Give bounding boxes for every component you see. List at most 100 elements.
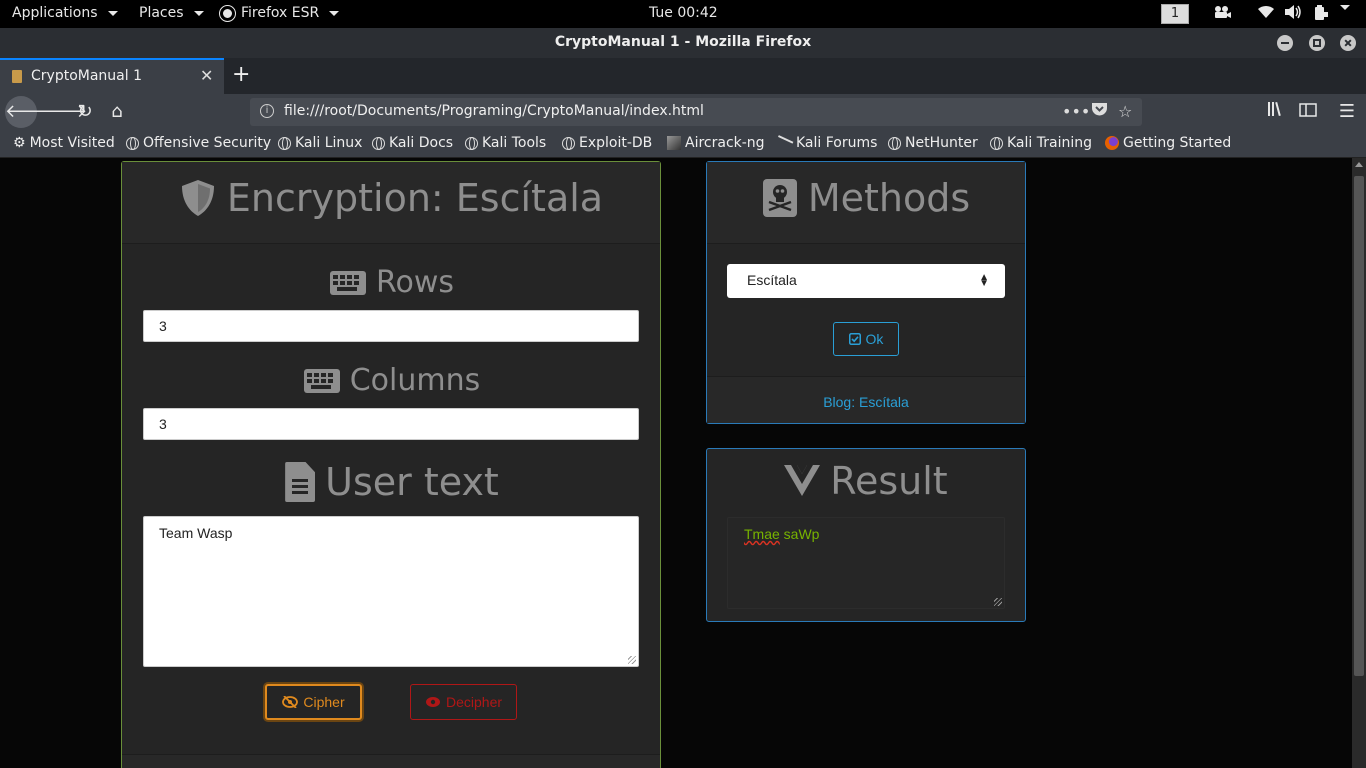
rows-input[interactable]: 3 bbox=[143, 310, 639, 342]
encryption-card-header: Encryption: Escítala bbox=[122, 162, 660, 244]
bookmark-label: Offensive Security bbox=[143, 135, 272, 151]
document-icon bbox=[285, 462, 316, 502]
close-window-button[interactable] bbox=[1340, 35, 1356, 51]
globe-icon bbox=[372, 136, 385, 150]
user-text-heading: User text bbox=[122, 460, 662, 511]
globe-icon bbox=[465, 136, 478, 150]
window-title: CryptoManual 1 - Mozilla Firefox bbox=[554, 34, 812, 50]
system-menu-chevron[interactable] bbox=[1336, 5, 1350, 10]
rows-heading: Rows bbox=[122, 265, 662, 303]
bookmark-nethunter[interactable]: NetHunter bbox=[888, 135, 978, 151]
firefox-icon bbox=[1105, 136, 1119, 150]
bookmark-offensive-security[interactable]: Offensive Security bbox=[126, 135, 271, 151]
columns-heading: Columns bbox=[122, 363, 662, 401]
page-favicon-icon bbox=[12, 70, 22, 83]
bookmark-kali-linux[interactable]: Kali Linux bbox=[278, 135, 362, 151]
bookmark-label: Kali Tools bbox=[482, 135, 547, 151]
blog-link[interactable]: Blog: Escítala bbox=[823, 394, 909, 410]
home-button[interactable]: ⌂ bbox=[103, 98, 131, 126]
minimize-button[interactable] bbox=[1277, 35, 1293, 51]
url-bar[interactable]: i file:///root/Documents/Programing/Cryp… bbox=[250, 98, 1142, 126]
bookmark-kali-tools[interactable]: Kali Tools bbox=[465, 135, 546, 151]
keyboard-icon bbox=[303, 368, 340, 393]
tab-bar: CryptoManual 1 ✕ + bbox=[0, 58, 1366, 94]
cipher-button[interactable]: Cipher bbox=[265, 684, 362, 720]
user-text-label: User text bbox=[325, 460, 499, 504]
new-tab-button[interactable]: + bbox=[232, 62, 250, 87]
method-select[interactable]: Escítala ▲ ▼ bbox=[727, 264, 1005, 298]
resize-grip-icon[interactable] bbox=[994, 598, 1002, 606]
aircrack-icon bbox=[667, 136, 681, 150]
pocket-icon[interactable] bbox=[1091, 102, 1108, 121]
firefox-app-menu[interactable]: Firefox ESR bbox=[219, 4, 340, 22]
forward-button[interactable]: 🡒 bbox=[39, 98, 87, 126]
video-icon[interactable] bbox=[1213, 5, 1231, 19]
check-square-icon bbox=[848, 333, 861, 345]
page-scrollbar[interactable] bbox=[1352, 158, 1366, 768]
bookmark-aircrack-ng[interactable]: Aircrack-ng bbox=[667, 135, 765, 151]
bookmark-kali-forums[interactable]: Kali Forums bbox=[774, 135, 878, 151]
places-menu[interactable]: Places bbox=[139, 5, 204, 21]
bookmark-label: Kali Linux bbox=[295, 135, 363, 151]
bookmark-getting-started[interactable]: Getting Started bbox=[1105, 135, 1231, 151]
tab-cryptomanual[interactable]: CryptoManual 1 ✕ bbox=[0, 58, 224, 94]
maximize-button[interactable] bbox=[1309, 35, 1325, 51]
bookmark-kali-training[interactable]: Kali Training bbox=[990, 135, 1092, 151]
globe-icon bbox=[888, 136, 901, 150]
clock[interactable]: Tue 00:42 bbox=[649, 5, 718, 21]
bookmark-label: Getting Started bbox=[1123, 135, 1232, 151]
bookmark-star-icon[interactable]: ☆ bbox=[1118, 102, 1132, 121]
battery-icon[interactable] bbox=[1313, 5, 1329, 21]
navigation-toolbar: 🡐 🡒 ↻ ⌂ i file:///root/Documents/Program… bbox=[0, 94, 1366, 130]
gear-icon: ⚙ bbox=[13, 135, 26, 151]
ok-button[interactable]: Ok bbox=[833, 322, 899, 356]
user-text-textarea[interactable]: Team Wasp bbox=[143, 516, 639, 667]
bookmark-label: Kali Docs bbox=[389, 135, 454, 151]
wifi-icon[interactable] bbox=[1257, 5, 1275, 19]
result-title: Result bbox=[830, 459, 948, 503]
scrollbar-thumb[interactable] bbox=[1354, 176, 1364, 676]
volume-icon[interactable] bbox=[1285, 5, 1303, 19]
select-arrows-icon: ▲ ▼ bbox=[979, 272, 989, 289]
clock-label: Tue 00:42 bbox=[649, 5, 718, 21]
encryption-title: Encryption: Escítala bbox=[226, 176, 604, 220]
shield-icon bbox=[181, 180, 214, 216]
bookmark-label: Exploit-DB bbox=[579, 135, 653, 151]
window-title-bar: CryptoManual 1 - Mozilla Firefox bbox=[0, 28, 1366, 58]
result-textarea[interactable]: Tmae saWp bbox=[727, 517, 1005, 609]
bookmark-label: Kali Forums bbox=[796, 135, 878, 151]
firefox-icon bbox=[219, 4, 236, 22]
kali-dragon-icon bbox=[774, 135, 794, 151]
bookmark-kali-docs[interactable]: Kali Docs bbox=[372, 135, 453, 151]
bookmark-most-visited[interactable]: ⚙ Most Visited bbox=[13, 135, 115, 151]
gnome-top-bar: Applications Places Firefox ESR Tue 00:4… bbox=[0, 0, 1366, 28]
chevron-down-icon bbox=[329, 10, 340, 16]
columns-input[interactable]: 3 bbox=[143, 408, 639, 440]
result-card: Result Tmae saWp bbox=[706, 448, 1026, 622]
info-icon[interactable]: i bbox=[260, 104, 274, 118]
bookmark-label: Kali Training bbox=[1007, 135, 1092, 151]
close-tab-icon[interactable]: ✕ bbox=[200, 66, 213, 85]
bookmark-label: NetHunter bbox=[905, 135, 978, 151]
rows-label: Rows bbox=[375, 265, 455, 300]
method-selected-value: Escítala bbox=[747, 272, 797, 288]
scroll-up-icon[interactable] bbox=[1355, 162, 1363, 167]
bookmark-exploit-db[interactable]: Exploit-DB bbox=[562, 135, 652, 151]
applications-menu[interactable]: Applications bbox=[12, 5, 118, 21]
decipher-button[interactable]: Decipher bbox=[410, 684, 517, 720]
url-text[interactable]: file:///root/Documents/Programing/Crypto… bbox=[284, 103, 704, 119]
page-actions-icon[interactable]: ••• bbox=[1062, 102, 1090, 121]
encryption-card: Encryption: Escítala Rows 3 Columns 3 Us… bbox=[121, 161, 661, 768]
bookmark-label: Most Visited bbox=[29, 135, 115, 151]
sidebar-toggle-icon[interactable] bbox=[1294, 98, 1322, 126]
globe-icon bbox=[990, 136, 1003, 150]
workspace-indicator[interactable]: 1 bbox=[1161, 4, 1189, 24]
hamburger-menu-icon[interactable]: ☰ bbox=[1333, 98, 1361, 126]
result-value: Tmae saWp bbox=[744, 526, 820, 542]
reload-button[interactable]: ↻ bbox=[71, 98, 99, 126]
skull-book-icon bbox=[762, 179, 797, 217]
library-icon[interactable] bbox=[1262, 98, 1290, 126]
decipher-label: Decipher bbox=[445, 694, 503, 710]
back-button[interactable]: 🡐 bbox=[5, 96, 53, 128]
resize-grip-icon[interactable] bbox=[628, 656, 636, 664]
